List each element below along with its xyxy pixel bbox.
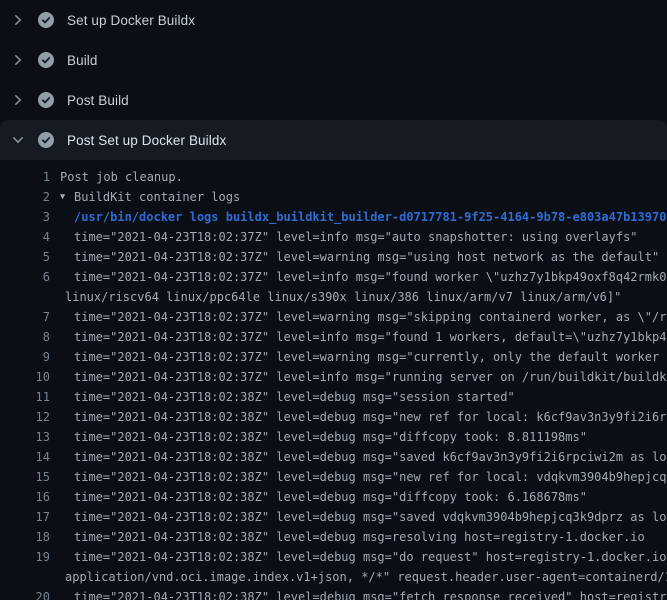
step-header-set-up-docker-buildx[interactable]: Set up Docker Buildx: [0, 0, 667, 40]
line-number[interactable]: 8: [0, 327, 50, 347]
line-number[interactable]: 4: [0, 227, 50, 247]
log-text: time="2021-04-23T18:02:38Z" level=debug …: [50, 447, 667, 467]
line-number[interactable]: 19: [0, 547, 50, 567]
log-line: 16 time="2021-04-23T18:02:38Z" level=deb…: [0, 487, 667, 507]
chevron-right-icon: [10, 52, 26, 68]
log-line: 3 /usr/bin/docker logs buildx_buildkit_b…: [0, 207, 667, 227]
line-number[interactable]: 13: [0, 427, 50, 447]
log-text: time="2021-04-23T18:02:38Z" level=debug …: [50, 527, 645, 547]
group-collapse-triangle-icon[interactable]: ▼: [60, 187, 74, 207]
log-line: 18 time="2021-04-23T18:02:38Z" level=deb…: [0, 527, 667, 547]
line-number[interactable]: 20: [0, 587, 50, 600]
line-number[interactable]: 15: [0, 467, 50, 487]
log-line: 4 time="2021-04-23T18:02:37Z" level=info…: [0, 227, 667, 247]
line-number[interactable]: 9: [0, 347, 50, 367]
log-text: time="2021-04-23T18:02:37Z" level=warnin…: [50, 307, 667, 327]
check-circle-icon: [38, 132, 54, 148]
check-circle-icon: [38, 52, 54, 68]
log-text: Post job cleanup.: [50, 167, 183, 187]
log-line: 15 time="2021-04-23T18:02:38Z" level=deb…: [0, 467, 667, 487]
log-line: 10 time="2021-04-23T18:02:37Z" level=inf…: [0, 367, 667, 387]
log-line: 7 time="2021-04-23T18:02:37Z" level=warn…: [0, 307, 667, 327]
log-line: 12 time="2021-04-23T18:02:38Z" level=deb…: [0, 407, 667, 427]
log-text: application/vnd.oci.image.index.v1+json,…: [50, 567, 667, 587]
line-number[interactable]: 2: [0, 187, 50, 207]
step-label: Build: [67, 53, 98, 68]
step-header-post-build[interactable]: Post Build: [0, 80, 667, 120]
line-number[interactable]: 1: [0, 167, 50, 187]
log-line: 2 ▼BuildKit container logs: [0, 187, 667, 207]
workflow-log-viewer: Set up Docker Buildx Build P: [0, 0, 667, 600]
log-line: 14 time="2021-04-23T18:02:38Z" level=deb…: [0, 447, 667, 467]
chevron-right-icon: [10, 92, 26, 108]
line-number[interactable]: 11: [0, 387, 50, 407]
step-header-post-set-up-docker-buildx[interactable]: Post Set up Docker Buildx: [0, 120, 667, 160]
line-number[interactable]: 18: [0, 527, 50, 547]
log-text: BuildKit container logs: [74, 187, 240, 207]
log-text: time="2021-04-23T18:02:38Z" level=debug …: [50, 547, 667, 567]
log-text: time="2021-04-23T18:02:37Z" level=info m…: [50, 327, 667, 347]
check-circle-icon: [38, 12, 54, 28]
log-line: linux/riscv64 linux/ppc64le linux/s390x …: [0, 287, 667, 307]
log-text: time="2021-04-23T18:02:37Z" level=info m…: [50, 227, 638, 247]
log-line: 20 time="2021-04-23T18:02:38Z" level=deb…: [0, 587, 667, 600]
step-label: Post Set up Docker Buildx: [67, 133, 226, 148]
log-text: time="2021-04-23T18:02:38Z" level=debug …: [50, 487, 587, 507]
log-text: time="2021-04-23T18:02:38Z" level=debug …: [50, 507, 667, 527]
log-line: 6 time="2021-04-23T18:02:37Z" level=info…: [0, 267, 667, 287]
line-number[interactable]: 17: [0, 507, 50, 527]
log-text: linux/riscv64 linux/ppc64le linux/s390x …: [50, 287, 621, 307]
line-number[interactable]: 5: [0, 247, 50, 267]
log-line: 19 time="2021-04-23T18:02:38Z" level=deb…: [0, 547, 667, 567]
log-line: 1 Post job cleanup.: [0, 167, 667, 187]
log-text: time="2021-04-23T18:02:37Z" level=warnin…: [50, 347, 667, 367]
line-number[interactable]: 14: [0, 447, 50, 467]
log-text: time="2021-04-23T18:02:38Z" level=debug …: [50, 387, 515, 407]
line-number[interactable]: 6: [0, 267, 50, 287]
log-text: time="2021-04-23T18:02:37Z" level=info m…: [50, 267, 667, 287]
log-line: 11 time="2021-04-23T18:02:38Z" level=deb…: [0, 387, 667, 407]
log-text: time="2021-04-23T18:02:37Z" level=warnin…: [50, 247, 659, 267]
step-label: Set up Docker Buildx: [67, 13, 195, 28]
log-line: 13 time="2021-04-23T18:02:38Z" level=deb…: [0, 427, 667, 447]
log-line: 5 time="2021-04-23T18:02:37Z" level=warn…: [0, 247, 667, 267]
log-line: 8 time="2021-04-23T18:02:37Z" level=info…: [0, 327, 667, 347]
log-line: 17 time="2021-04-23T18:02:38Z" level=deb…: [0, 507, 667, 527]
line-number[interactable]: [0, 567, 50, 587]
log-text: time="2021-04-23T18:02:37Z" level=info m…: [50, 367, 667, 387]
command-log-text: /usr/bin/docker logs buildx_buildkit_bui…: [50, 207, 666, 227]
line-number[interactable]: 12: [0, 407, 50, 427]
step-header-build[interactable]: Build: [0, 40, 667, 80]
step-label: Post Build: [67, 93, 129, 108]
log-text: time="2021-04-23T18:02:38Z" level=debug …: [50, 407, 667, 427]
log-text: time="2021-04-23T18:02:38Z" level=debug …: [50, 587, 667, 600]
line-number[interactable]: 10: [0, 367, 50, 387]
log-line: application/vnd.oci.image.index.v1+json,…: [0, 567, 667, 587]
log-text: time="2021-04-23T18:02:38Z" level=debug …: [50, 427, 587, 447]
step-list: Set up Docker Buildx Build P: [0, 0, 667, 160]
log-text: time="2021-04-23T18:02:38Z" level=debug …: [50, 467, 667, 487]
chevron-down-icon: [10, 132, 26, 148]
chevron-right-icon: [10, 12, 26, 28]
line-number[interactable]: [0, 287, 50, 307]
log-area: 1 Post job cleanup. 2 ▼BuildKit containe…: [0, 160, 667, 600]
line-number[interactable]: 16: [0, 487, 50, 507]
log-line: 9 time="2021-04-23T18:02:37Z" level=warn…: [0, 347, 667, 367]
check-circle-icon: [38, 92, 54, 108]
line-number[interactable]: 7: [0, 307, 50, 327]
line-number[interactable]: 3: [0, 207, 50, 227]
